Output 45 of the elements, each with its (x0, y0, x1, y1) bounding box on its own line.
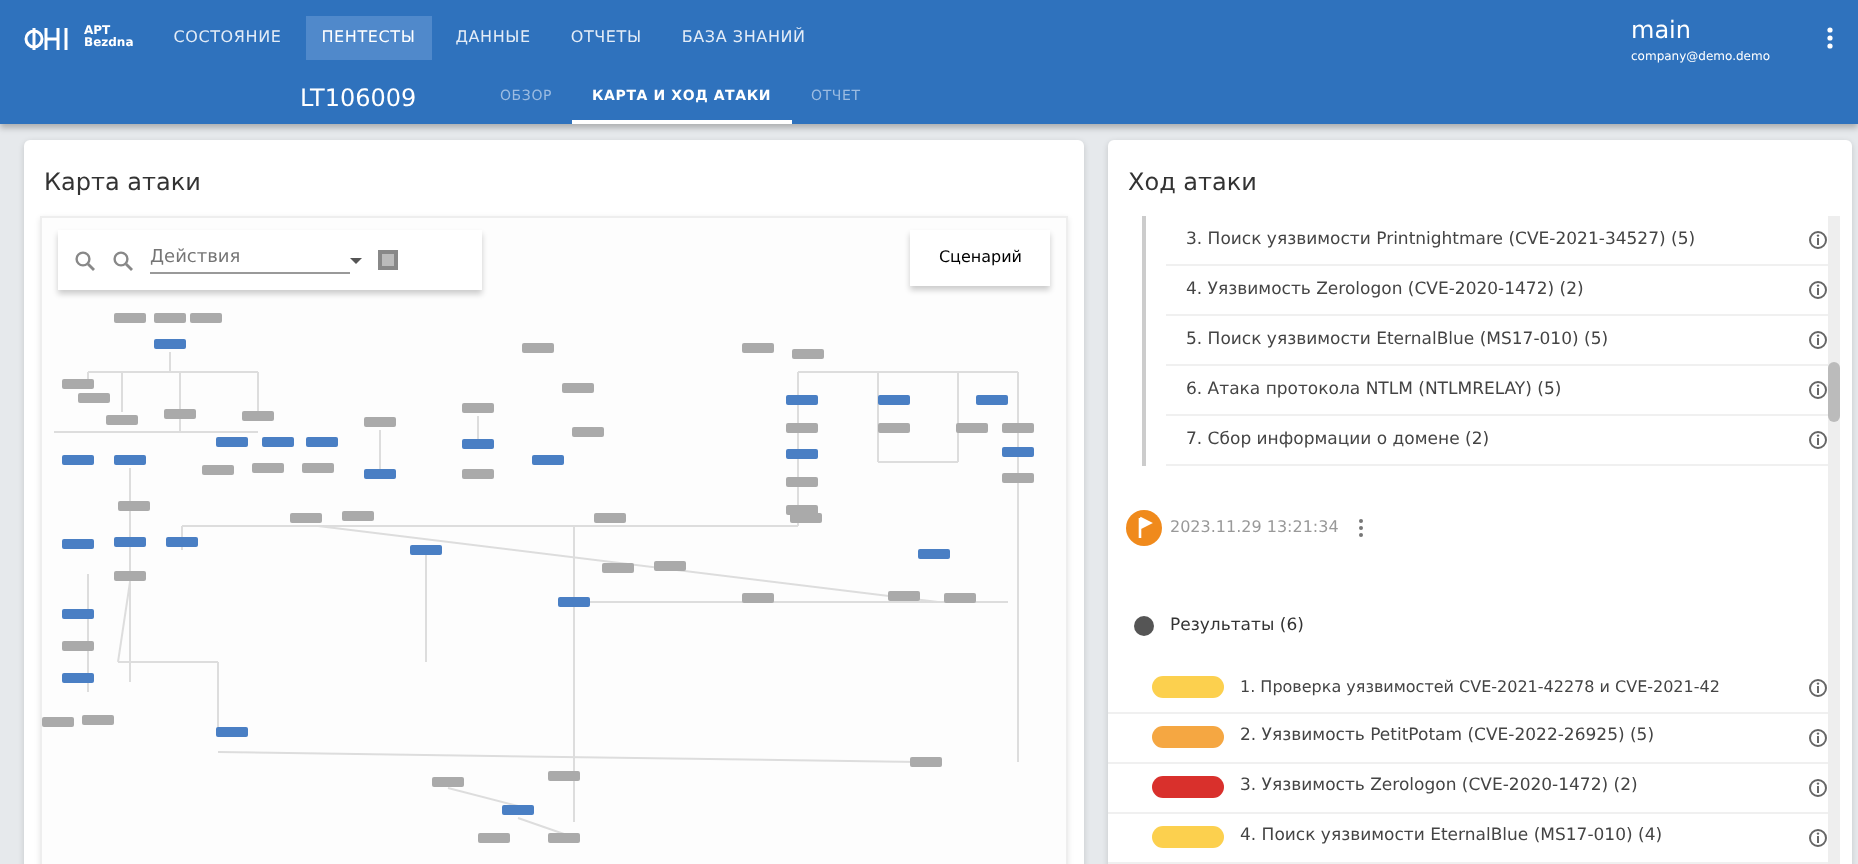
connector-line (87, 573, 89, 693)
info-icon[interactable] (1808, 280, 1828, 300)
results-title: Результаты (6) (1170, 614, 1304, 640)
result-text: 1. Проверка уязвимостей CVE-2021-42278 и CVE-2021-42 (1240, 675, 1722, 700)
connector-line (477, 415, 479, 441)
checkpoint-time: 2023.11.29 13:21:34 (1170, 516, 1339, 540)
info-icon[interactable] (1808, 330, 1828, 350)
search-icon (112, 249, 134, 271)
info-icon[interactable] (1808, 727, 1828, 748)
step-text: 4. Уязвимость Zerologon (CVE-2020-1472) (2) (1186, 277, 1584, 303)
nav-tab[interactable]: ПЕНТЕСТЫ (305, 16, 432, 60)
step-text: 3. Поиск уязвимости Printnightmare (CVE-2021-34527) (5) (1186, 227, 1696, 253)
scenario-button[interactable]: Сценарий (910, 230, 1050, 286)
result-text: 4. Поиск уязвимости EternalBlue (MS17-010) (4) (1240, 824, 1665, 851)
caret-icon (350, 257, 362, 263)
step-text: 5. Поиск уязвимости EternalBlue (MS17-010) (5) (1186, 327, 1609, 353)
scrollbar-thumb[interactable] (1828, 362, 1840, 422)
nav-tab[interactable]: СОСТОЯНИЕ (157, 16, 298, 60)
more-icon[interactable] (1826, 26, 1834, 50)
pentest-title: LT106009 (300, 81, 419, 115)
result-text: 3. Уязвимость Zerologon (CVE-2020-1472) (2) (1240, 774, 1640, 801)
step-text: 6. Атака протокола NTLM (NTLMRELAY) (5) (1186, 377, 1562, 403)
step-text: 7. Сбор информации о домене (2) (1186, 427, 1490, 453)
info-icon[interactable] (1808, 777, 1828, 798)
connector-line (517, 817, 565, 835)
nav-tab[interactable]: ОТЧЕТЫ (554, 16, 658, 60)
actions-dropdown[interactable]: Действия (150, 245, 350, 275)
result-text: 2. Уязвимость PetitPotam (CVE-2022-26925) (5) (1240, 724, 1657, 751)
zoom-out-icon[interactable] (74, 249, 96, 271)
info-icon[interactable] (1808, 380, 1828, 400)
info-icon[interactable] (1808, 230, 1828, 250)
nav-tab[interactable]: БАЗА ЗНАНИЙ (665, 16, 822, 60)
info-icon[interactable] (1808, 677, 1828, 698)
flag-icon (1126, 510, 1162, 546)
info-icon[interactable] (1808, 827, 1828, 848)
user-name: main (1631, 13, 1693, 47)
connector-line (379, 429, 381, 471)
panel-title: Ход атаки (1126, 166, 1259, 200)
node-dot-icon (1134, 616, 1154, 637)
connector-line (447, 787, 519, 807)
panel-title: Карта атаки (42, 166, 203, 200)
logo-icon (24, 25, 68, 51)
more-icon[interactable] (1358, 518, 1365, 538)
nav-tab[interactable]: ДАННЫЕ (439, 16, 547, 60)
info-icon[interactable] (1808, 430, 1828, 450)
